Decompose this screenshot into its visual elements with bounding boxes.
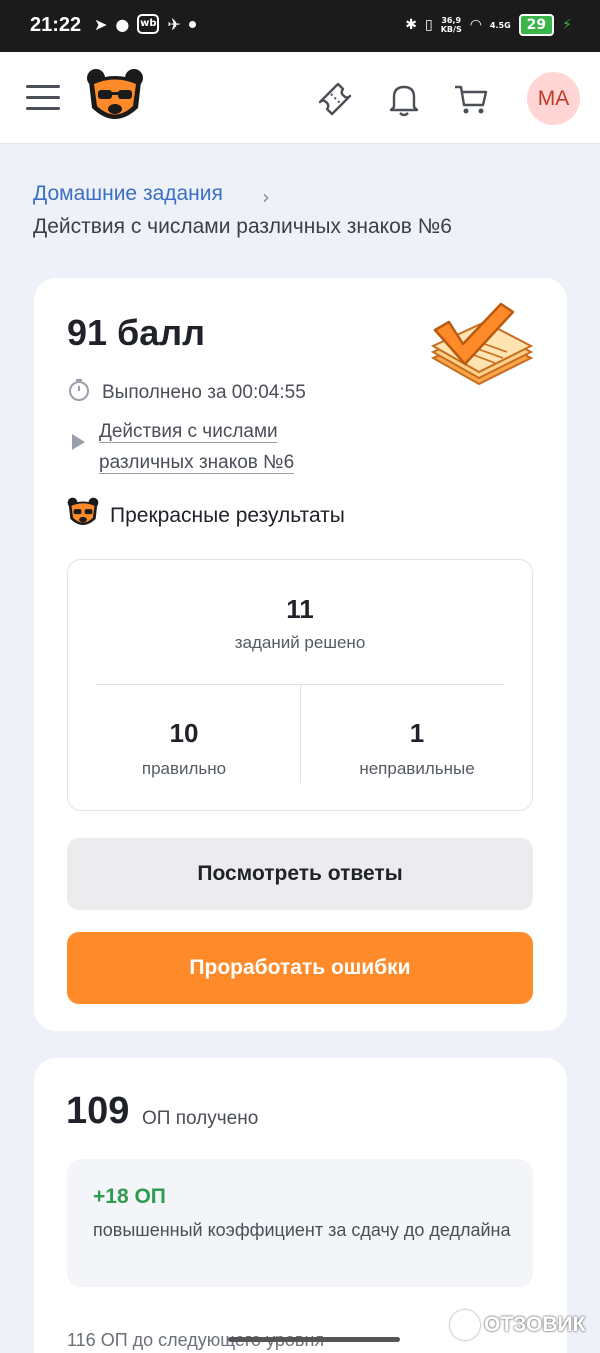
bonus-description: повышенный коэффициент за сдачу до дедла… [93,1220,511,1240]
avatar[interactable]: МА [527,72,580,125]
watermark-text: ОТЗОВИК [484,1313,586,1336]
notification-icons: ➤ ● wb ✈ [94,14,196,34]
task-row: Действия с числами различных знаков №6 [72,416,349,478]
bonus-box: +18 ОП повышенный коэффициент за сдачу д… [67,1159,533,1287]
wrong-count: 1 [409,718,425,748]
points-total: 109 [66,1090,130,1132]
correct-count: 10 [169,718,199,748]
bell-icon[interactable] [385,80,423,118]
page-title: Действия с числами различных знаков №6 [33,215,452,238]
cart-icon[interactable] [452,80,490,118]
verdict-row: Прекрасные результаты [66,496,345,536]
stats-box: 11 заданий решено 10 правильно 1 неправи… [67,559,533,811]
otzovik-logo-icon [450,1310,480,1340]
vibrate-icon: ▯ [425,17,433,33]
wrong-stat: 1 неправильные [301,718,533,779]
running-icon: ✈ [167,14,181,34]
wrong-label: неправильные [359,759,475,778]
chevron-right-icon: › [262,185,270,209]
battery-icon: 29 [518,14,555,36]
menu-icon[interactable] [26,85,60,111]
checkmark-papers-icon [429,300,535,400]
correct-stat: 10 правильно [68,718,300,779]
ticket-icon[interactable] [316,80,354,118]
play-icon [72,434,85,450]
bear-logo[interactable] [84,66,146,132]
more-notifications-icon [188,20,196,28]
time-spent: Выполнено за 00:04:55 [102,382,306,403]
status-bar: 21:22 ➤ ● wb ✈ ✱ ▯ 36,9 KB/S ◠ 4.5G 29 ⚡ [0,0,600,52]
task-link[interactable]: Действия с числами различных знаков №6 [99,416,349,478]
app-header: МА [0,52,600,144]
system-icons: ✱ ▯ 36,9 KB/S ◠ 4.5G 29 ⚡ [405,14,572,36]
home-indicator[interactable] [228,1337,400,1342]
score: 91 балл [67,312,206,353]
watermark: ОТЗОВИК [450,1310,585,1340]
bear-logo-small-icon [66,496,100,536]
points-label: ОП получено [142,1108,259,1129]
points-card: 109 ОП получено +18 ОП повышенный коэффи… [34,1058,567,1353]
breadcrumb-homework-link[interactable]: Домашние задания [33,182,223,206]
telegram-icon: ➤ [94,14,108,34]
result-card: 91 балл Выполнено за 00:04:55 Действия с… [34,278,567,1031]
net-speed: 36,9 KB/S [440,16,462,34]
status-time: 21:22 [30,14,82,36]
stopwatch-icon [68,378,90,408]
solved-count: 11 [286,594,314,624]
signal-icon: 4.5G [489,20,511,30]
view-answers-button[interactable]: Посмотреть ответы [67,838,533,910]
correct-label: правильно [141,759,227,778]
bluetooth-icon: ✱ [405,17,417,33]
solved-label: заданий решено [234,633,366,652]
chat-icon: ● [115,14,130,34]
wb-icon: wb [137,14,160,34]
time-spent-row: Выполнено за 00:04:55 [68,378,306,408]
work-on-mistakes-button[interactable]: Проработать ошибки [67,932,533,1004]
charging-icon: ⚡ [562,17,572,33]
verdict-text: Прекрасные результаты [110,504,345,527]
bonus-value: +18 ОП [93,1185,166,1208]
wifi-icon: ◠ [469,17,482,33]
